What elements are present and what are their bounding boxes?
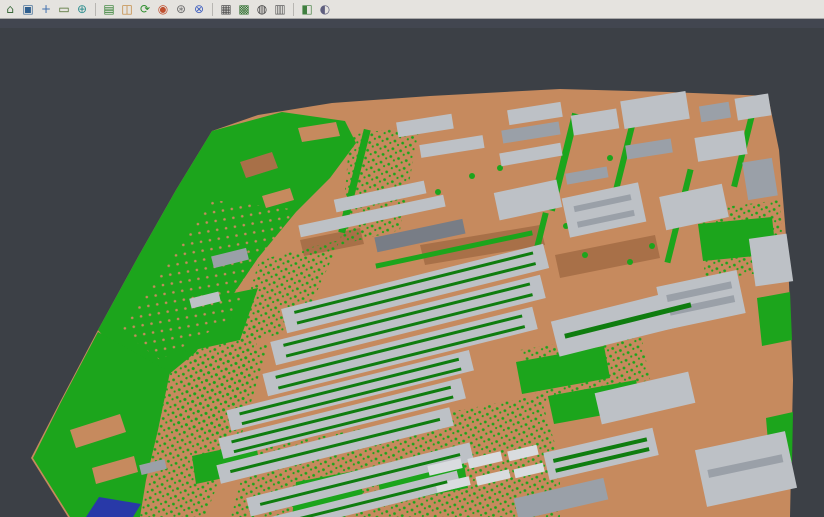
info-icon[interactable]: ◐	[317, 1, 333, 17]
refresh-icon[interactable]: ⟳	[137, 1, 153, 17]
globe-icon[interactable]: ◍	[254, 1, 270, 17]
navigation-mode-icon[interactable]: +	[38, 1, 54, 17]
toolbar-separator	[293, 3, 294, 16]
grid-icon[interactable]: ▦	[218, 1, 234, 17]
delete-selection-icon[interactable]: ⊗	[191, 1, 207, 17]
main-toolbar: ⌂▣+▭⊕ ▤◫⟳◉⊛⊗ ▦▩◍▥ ◧◐	[0, 0, 824, 19]
rectangle-selection-icon[interactable]: ▭	[56, 1, 72, 17]
layers-icon[interactable]: ▤	[101, 1, 117, 17]
app-window: ⌂▣+▭⊕ ▤◫⟳◉⊛⊗ ▦▩◍▥ ◧◐	[0, 0, 824, 517]
point-cloud-scene[interactable]	[0, 19, 824, 517]
measure-icon[interactable]: ◫	[119, 1, 135, 17]
settings-icon[interactable]: ⊛	[173, 1, 189, 17]
save-icon[interactable]: ▣	[20, 1, 36, 17]
zoom-fit-icon[interactable]: ⊕	[74, 1, 90, 17]
viewport-3d[interactable]	[0, 19, 824, 517]
classification-icon[interactable]: ▩	[236, 1, 252, 17]
open-project-icon[interactable]: ⌂	[2, 1, 18, 17]
toolbar-separator	[95, 3, 96, 16]
histogram-icon[interactable]: ▥	[272, 1, 288, 17]
toolbar-separator	[212, 3, 213, 16]
snapshot-icon[interactable]: ◧	[299, 1, 315, 17]
record-icon[interactable]: ◉	[155, 1, 171, 17]
